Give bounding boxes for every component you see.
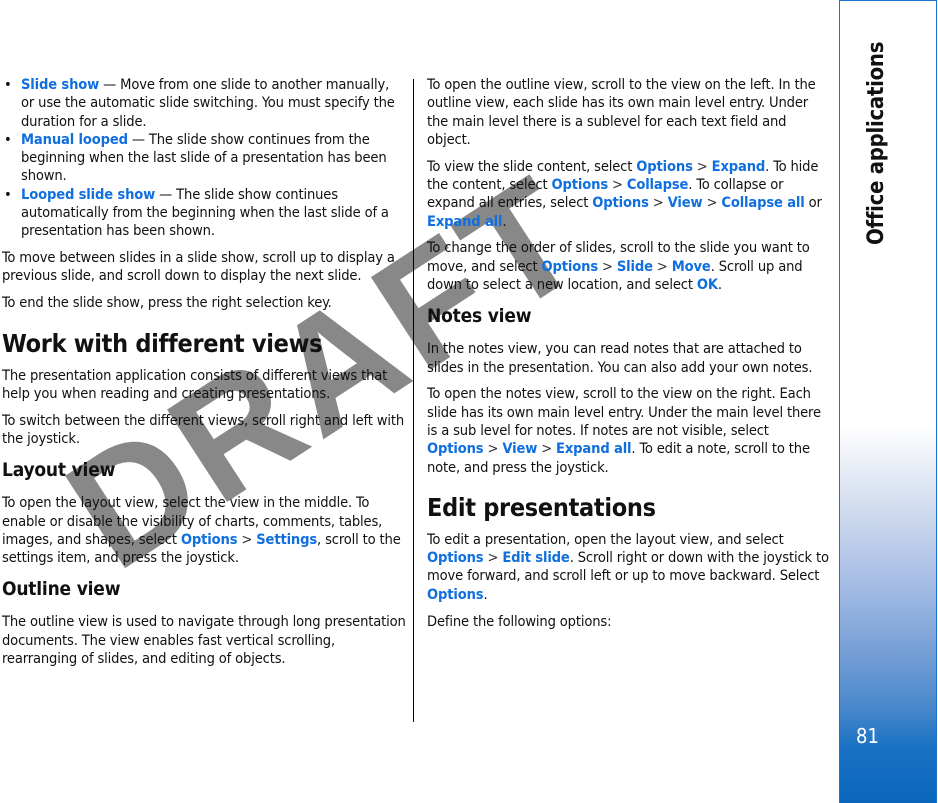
notes-view-heading: Notes view (427, 305, 532, 328)
switch-views-paragraph: To switch between the different views, s… (2, 411, 405, 447)
collapse-link[interactable]: Collapse (627, 176, 689, 193)
bullet-icon: • (4, 76, 12, 93)
expand-all-link[interactable]: Expand all (427, 213, 503, 230)
separator: > (487, 549, 499, 567)
options-link[interactable]: Options (181, 531, 238, 548)
edit-presentations-heading: Edit presentations (427, 492, 656, 522)
options-link[interactable]: Options (427, 549, 484, 566)
chapter-title: Office applications (864, 41, 889, 245)
text: To view the slide content, select (427, 157, 637, 175)
separator: > (541, 440, 553, 458)
separator: > (696, 157, 708, 175)
separator: > (656, 257, 668, 275)
column-divider (413, 79, 414, 722)
outline-view-paragraph: The outline view is used to navigate thr… (2, 613, 406, 668)
separator: > (706, 194, 718, 212)
outline-view-heading: Outline view (2, 578, 121, 601)
separator: > (612, 175, 623, 193)
options-link[interactable]: Options (542, 258, 599, 275)
manual-looped-link[interactable]: Manual looped (21, 131, 128, 148)
options-link[interactable]: Options (592, 194, 649, 211)
collapse-all-link[interactable]: Collapse all (721, 194, 804, 211)
settings-link[interactable]: Settings (256, 531, 317, 548)
page-number: 81 (856, 724, 879, 748)
open-outline-paragraph: To open the outline view, scroll to the … (427, 76, 816, 148)
move-link[interactable]: Move (672, 258, 711, 275)
text: . (717, 275, 722, 293)
view-link[interactable]: View (668, 194, 703, 211)
separator: > (652, 194, 664, 212)
options-link[interactable]: Options (636, 158, 693, 175)
text: To open the notes view, scroll to the vi… (427, 385, 821, 439)
views-paragraph: The presentation application consists of… (2, 366, 388, 402)
slide-order-paragraph: To change the order of slides, scroll to… (427, 239, 829, 294)
view-link[interactable]: View (502, 440, 537, 457)
list-item: • Slide show — Move from one slide to ano… (2, 76, 406, 131)
ok-link[interactable]: OK (697, 276, 718, 293)
options-link[interactable]: Options (552, 176, 609, 193)
text: or (804, 194, 822, 212)
text: . (483, 585, 488, 603)
expand-link[interactable]: Expand (712, 158, 766, 175)
right-column: To open the outline view, scroll to the … (427, 76, 829, 639)
slide-link[interactable]: Slide (617, 258, 653, 275)
define-options-paragraph: Define the following options: (427, 612, 612, 630)
notes-view-paragraph: In the notes view, you can read notes th… (427, 340, 813, 376)
options-link[interactable]: Options (427, 586, 484, 603)
end-slide-show-paragraph: To end the slide show, press the right s… (2, 294, 332, 312)
slide-content-paragraph: To view the slide content, select Option… (427, 158, 829, 231)
expand-all-link[interactable]: Expand all (556, 440, 632, 457)
separator: > (487, 440, 499, 458)
options-link[interactable]: Options (427, 440, 484, 457)
left-column: • Slide show — Move from one slide to ano… (2, 76, 406, 677)
text: . (502, 212, 507, 230)
bullet-icon: • (4, 185, 12, 203)
text: To edit a presentation, open the layout … (427, 530, 784, 548)
bullet-icon: • (4, 130, 12, 148)
separator: > (241, 530, 253, 548)
views-heading: Work with different views (2, 328, 323, 358)
looped-slide-show-link[interactable]: Looped slide show (21, 186, 155, 203)
edit-presentation-paragraph: To edit a presentation, open the layout … (427, 531, 829, 604)
slide-show-options-list: • Slide show — Move from one slide to ano… (2, 76, 406, 241)
slide-show-link[interactable]: Slide show (21, 76, 99, 93)
separator: > (602, 257, 613, 275)
list-item: • Manual looped — The slide show continue… (2, 131, 406, 186)
layout-view-heading: Layout view (2, 459, 116, 482)
edit-slide-link[interactable]: Edit slide (502, 549, 569, 566)
list-item: • Looped slide show — The slide show cont… (2, 186, 406, 241)
move-slides-paragraph: To move between slides in a slide show, … (2, 249, 395, 285)
layout-view-paragraph: To open the layout view, select the view… (2, 494, 406, 567)
open-notes-paragraph: To open the notes view, scroll to the vi… (427, 385, 829, 476)
